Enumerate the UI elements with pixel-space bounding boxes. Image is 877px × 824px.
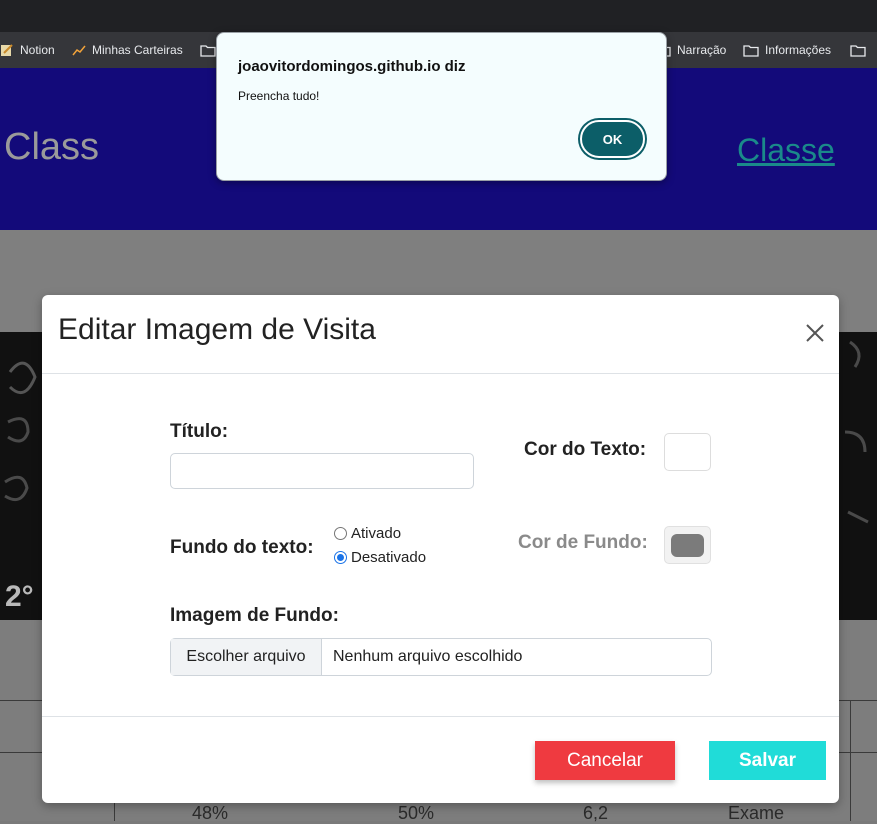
- titulo-input[interactable]: [170, 453, 474, 489]
- bookmark-label: Narração: [677, 43, 727, 57]
- browser-titlebar: [0, 0, 877, 32]
- bookmark-folder[interactable]: [200, 41, 216, 59]
- cor-texto-picker[interactable]: [664, 433, 711, 471]
- edit-image-modal: Editar Imagem de Visita Título: Cor do T…: [42, 295, 839, 803]
- radio-label: Ativado: [351, 525, 402, 542]
- notion-icon: [0, 43, 14, 57]
- radio-ativado[interactable]: Ativado: [334, 525, 401, 542]
- site-brand[interactable]: Class: [4, 126, 99, 169]
- radio-button[interactable]: [334, 527, 347, 540]
- modal-header: Editar Imagem de Visita: [42, 295, 839, 374]
- imagem-fundo-label: Imagem de Fundo:: [170, 605, 339, 626]
- cor-fundo-label: Cor de Fundo:: [518, 532, 648, 553]
- close-icon[interactable]: [804, 322, 826, 344]
- bookmark-label: Minhas Carteiras: [92, 43, 183, 57]
- folder-icon: [743, 43, 759, 57]
- alert-dialog: joaovitordomingos.github.io diz Preencha…: [216, 32, 667, 181]
- save-button[interactable]: Salvar: [709, 741, 826, 780]
- alert-ok-button[interactable]: OK: [580, 120, 645, 158]
- banner-heading: 2°: [5, 580, 34, 613]
- chart-icon: [72, 43, 86, 57]
- imagem-fundo-file-input[interactable]: Escolher arquivo Nenhum arquivo escolhid…: [170, 638, 712, 676]
- bookmark-informacoes[interactable]: Informações: [743, 41, 831, 59]
- nav-link-classe[interactable]: Classe: [737, 132, 835, 169]
- titulo-label: Título:: [170, 421, 229, 442]
- alert-title: joaovitordomingos.github.io diz: [238, 58, 466, 75]
- folder-icon: [850, 43, 866, 57]
- cor-texto-label: Cor do Texto:: [524, 439, 647, 460]
- modal-title: Editar Imagem de Visita: [58, 313, 376, 346]
- choose-file-button[interactable]: Escolher arquivo: [171, 639, 322, 675]
- cancel-button[interactable]: Cancelar: [535, 741, 675, 780]
- radio-desativado[interactable]: Desativado: [334, 549, 426, 566]
- bookmark-minhas-carteiras[interactable]: Minhas Carteiras: [72, 41, 183, 59]
- file-status: Nenhum arquivo escolhido: [333, 648, 523, 665]
- bookmark-notion[interactable]: Notion: [0, 41, 55, 59]
- bookmark-label: Notion: [20, 43, 55, 57]
- folder-icon: [200, 43, 216, 57]
- bookmark-folder-more[interactable]: [850, 41, 866, 59]
- radio-button-checked[interactable]: [334, 551, 347, 564]
- bookmark-label: Informações: [765, 43, 832, 57]
- cor-fundo-picker: [664, 526, 711, 564]
- modal-footer-divider: [42, 716, 839, 717]
- table-rule: [850, 700, 851, 821]
- radio-label: Desativado: [351, 549, 427, 566]
- cor-fundo-swatch: [671, 534, 704, 557]
- alert-message: Preencha tudo!: [238, 89, 320, 103]
- fundo-texto-label: Fundo do texto:: [170, 537, 314, 558]
